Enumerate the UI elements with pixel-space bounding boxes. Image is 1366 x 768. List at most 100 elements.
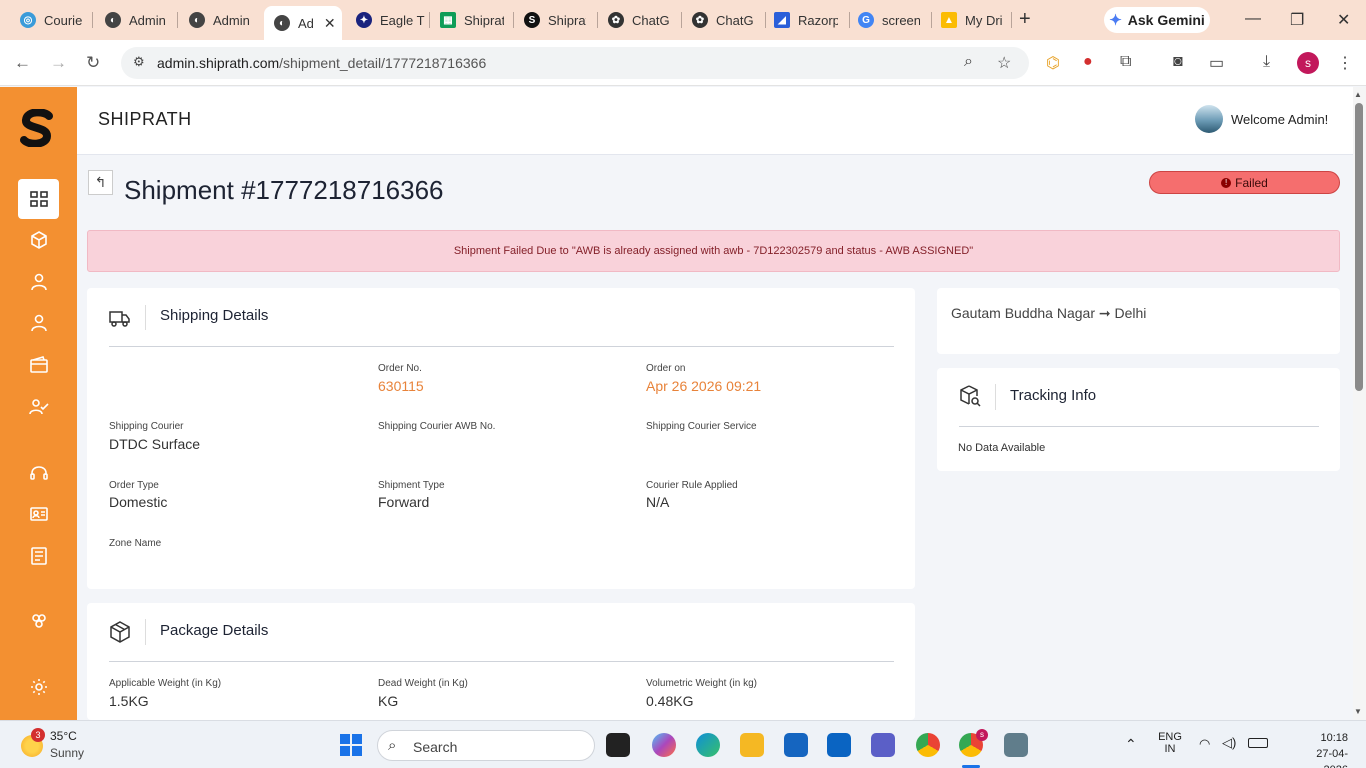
welcome-text[interactable]: Welcome Admin!	[1231, 112, 1328, 127]
url-domain: admin.shiprath.com	[157, 55, 280, 71]
browser-tab[interactable]: ▦ Shiprat	[440, 8, 504, 32]
browser-tab[interactable]: ▲ My Dri	[941, 8, 1003, 32]
window-close-icon[interactable]: ✕	[1337, 10, 1350, 30]
battery-icon[interactable]	[1248, 738, 1268, 748]
restore-icon[interactable]: ❐	[1290, 10, 1304, 30]
outlook-icon[interactable]	[827, 733, 851, 757]
menu-kebab-icon[interactable]: ⋮	[1337, 53, 1353, 73]
browser-tab-active[interactable]: ◐ Ad ✕	[264, 6, 342, 40]
browser-tab[interactable]: ✿ ChatGI	[608, 8, 670, 32]
taskbar-search-input[interactable]: ⌕ Search	[377, 730, 595, 761]
card-title: Package Details	[160, 622, 269, 639]
route-to: Delhi	[1114, 305, 1147, 321]
cast-icon[interactable]: ▭	[1209, 53, 1224, 73]
close-icon[interactable]: ✕	[324, 15, 336, 32]
order-no-value: 630115	[378, 378, 424, 394]
weather-badge: 3	[31, 728, 45, 742]
courier-rule-label: Courier Rule Applied	[646, 480, 738, 491]
new-tab-icon[interactable]: +	[1019, 8, 1031, 31]
dead-weight-label: Dead Weight (in Kg)	[378, 678, 468, 689]
volumetric-weight-value: 0.48KG	[646, 693, 694, 709]
volume-icon[interactable]: ◁)	[1222, 735, 1236, 751]
language-indicator[interactable]: ENG IN	[1156, 731, 1184, 755]
browser-tab[interactable]: ✦ Eagle T	[356, 8, 426, 32]
weather-condition[interactable]: Sunny	[50, 746, 84, 760]
browser-tab[interactable]: S Shiprat	[524, 8, 586, 32]
sidebar-item-kyc[interactable]	[18, 387, 59, 427]
package-search-icon	[960, 385, 981, 407]
windows-start-icon[interactable]	[340, 734, 362, 756]
browser-tab[interactable]: ◢ Razorp	[774, 8, 838, 32]
google-icon: G	[858, 12, 874, 28]
shipment-type-value: Forward	[378, 494, 430, 510]
file-explorer-icon[interactable]	[740, 733, 764, 757]
edge-icon[interactable]	[696, 733, 720, 757]
sidebar-item-integrations[interactable]	[18, 601, 59, 641]
screenshot-icon[interactable]: ◙	[1173, 53, 1183, 71]
order-on-value: Apr 26 2026 09:21	[646, 378, 762, 394]
sidebar-item-id-card[interactable]	[18, 494, 59, 534]
wifi-icon[interactable]: ◠	[1199, 736, 1210, 752]
sidebar-item-settings[interactable]	[18, 667, 59, 707]
sidebar-item-wallet[interactable]	[18, 345, 59, 385]
forward-arrow-icon[interactable]: →	[50, 53, 67, 73]
zoom-icon[interactable]: ⌕	[964, 53, 973, 71]
address-bar[interactable]: ⚙ admin.shiprath.com/shipment_detail/177…	[121, 47, 1029, 79]
back-button[interactable]: ↰	[88, 170, 113, 195]
sidebar-item-dashboard[interactable]	[18, 179, 59, 219]
card-title: Shipping Details	[160, 307, 269, 324]
user-check-icon	[28, 399, 49, 415]
user-icon	[30, 314, 47, 332]
sidebar-item-users[interactable]	[18, 262, 59, 302]
admin-logo-icon: ◐	[189, 12, 205, 28]
browser-tab[interactable]: ◐ Admin	[105, 8, 175, 32]
minimize-icon[interactable]: —	[1245, 10, 1261, 28]
task-view-icon[interactable]	[606, 733, 630, 757]
sidebar-item-support[interactable]	[18, 453, 59, 493]
browser-tab[interactable]: G screen	[858, 8, 920, 32]
scrollbar-thumb[interactable]	[1355, 103, 1363, 391]
extension-warning-icon[interactable]: ●	[1083, 53, 1093, 71]
teams-icon[interactable]	[871, 733, 895, 757]
browser-tab[interactable]: ◎ Courie	[20, 8, 84, 32]
sidebar-item-reports[interactable]	[18, 536, 59, 576]
truck-icon	[109, 311, 130, 327]
download-icon[interactable]: ⤓	[1263, 53, 1270, 71]
applicable-weight-label: Applicable Weight (in Kg)	[109, 678, 222, 689]
back-arrow-icon[interactable]: ←	[14, 53, 31, 73]
zone-name-label: Zone Name	[109, 538, 162, 549]
avatar[interactable]	[1195, 105, 1223, 133]
sidebar-item-shipments[interactable]	[18, 220, 59, 260]
browser-tab[interactable]: ◐ Admin	[189, 8, 259, 32]
shipping-courier-value: DTDC Surface	[109, 436, 201, 452]
sidebar-item-customers[interactable]	[18, 303, 59, 343]
chrome-icon[interactable]	[916, 733, 940, 757]
order-type-label: Order Type	[109, 480, 159, 491]
extensions-puzzle-icon[interactable]: ⧉	[1120, 53, 1131, 71]
extension-glasses-icon[interactable]: ⌬	[1046, 53, 1060, 73]
ms-store-icon[interactable]	[784, 733, 808, 757]
chrome-profile-badge: s	[976, 729, 988, 741]
browser-tab[interactable]: ✿ ChatGI	[692, 8, 754, 32]
shiprath-logo-icon[interactable]	[19, 109, 55, 147]
courier-rule-value: N/A	[646, 494, 670, 510]
volumetric-weight-label: Volumetric Weight (in kg)	[646, 678, 757, 689]
copilot-icon[interactable]	[652, 733, 676, 757]
scroll-down-icon[interactable]: ▼	[1354, 707, 1362, 716]
reload-icon[interactable]: ↻	[86, 53, 100, 73]
profile-avatar[interactable]: s	[1297, 52, 1319, 74]
ask-gemini-button[interactable]: ✦ Ask Gemini	[1104, 7, 1210, 33]
applicable-weight-value: 1.5KG	[109, 693, 149, 709]
snipping-tool-icon[interactable]	[1004, 733, 1028, 757]
chevron-up-icon[interactable]: ⌃	[1125, 736, 1137, 753]
route-arrow-icon: ➞	[1098, 305, 1111, 321]
taskbar-clock[interactable]: 10:18 27-04-2026	[1296, 730, 1348, 768]
weather-temp[interactable]: 35°C	[50, 729, 77, 743]
sheets-icon: ▦	[440, 12, 456, 28]
bookmark-star-icon[interactable]: ☆	[997, 53, 1011, 73]
site-settings-icon[interactable]: ⚙	[133, 54, 151, 72]
eagle-logo-icon: ✦	[356, 12, 372, 28]
scroll-up-icon[interactable]: ▲	[1354, 90, 1362, 99]
box-icon	[110, 621, 130, 643]
wallet-icon	[29, 356, 48, 373]
